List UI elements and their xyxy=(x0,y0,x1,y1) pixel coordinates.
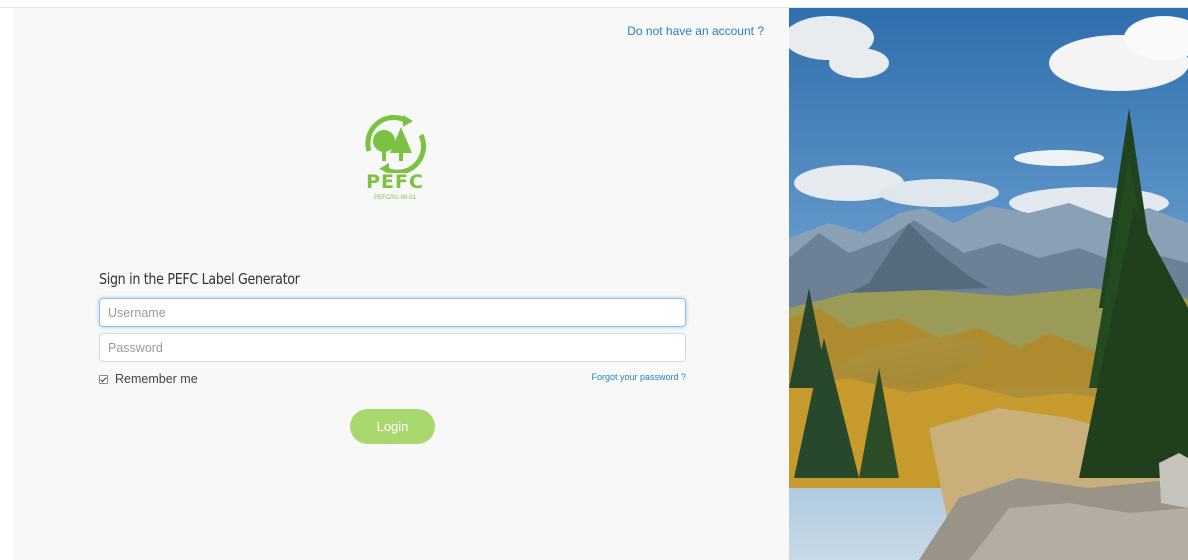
signup-link[interactable]: Do not have an account ? xyxy=(627,24,764,38)
remember-checkbox[interactable] xyxy=(99,374,108,384)
pefc-logo-icon xyxy=(365,114,427,175)
login-button[interactable]: Login xyxy=(350,409,435,444)
remember-label: Remember me xyxy=(115,372,198,386)
pefc-logo: PEFC PEFC/01-00-01 xyxy=(359,113,431,211)
mountain-landscape-icon xyxy=(789,8,1188,560)
signin-title: Sign in the PEFC Label Generator xyxy=(99,270,300,288)
remember-me[interactable]: Remember me xyxy=(99,372,198,386)
login-panel: Do not have an account ? PEFC PEFC/01-00… xyxy=(13,8,789,560)
top-border xyxy=(0,0,1188,8)
logo-wordmark: PEFC xyxy=(366,171,424,193)
password-input[interactable] xyxy=(99,333,686,362)
logo-certificate-code: PEFC/01-00-01 xyxy=(374,195,416,201)
forgot-password-link[interactable]: Forgot your password ? xyxy=(591,372,686,382)
landscape-image xyxy=(789,8,1188,560)
username-input[interactable] xyxy=(99,298,686,327)
